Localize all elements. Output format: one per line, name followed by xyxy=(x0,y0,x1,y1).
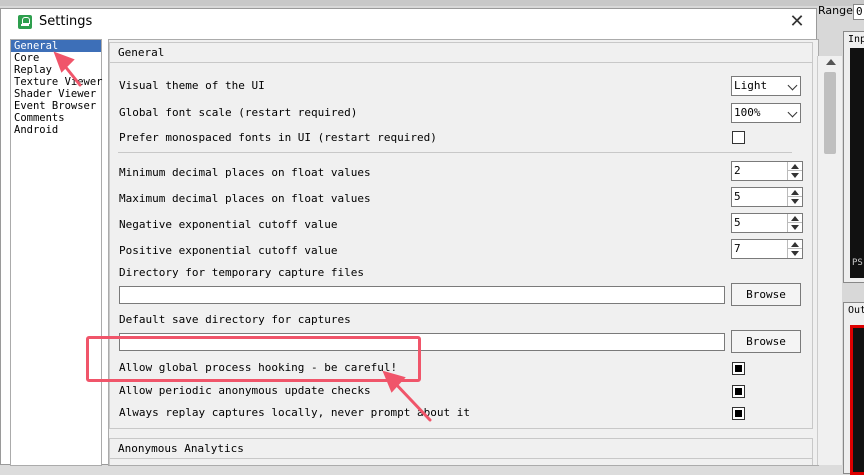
pos-exp-label: Positive exponential cutoff value xyxy=(119,244,338,257)
group-title-general: General xyxy=(118,46,165,59)
output-panel: Out xyxy=(843,302,864,475)
window-title: Settings xyxy=(39,14,93,29)
sidebar-item-general[interactable]: General xyxy=(11,40,101,52)
section-divider xyxy=(118,152,792,153)
theme-label: Visual theme of the UI xyxy=(119,79,265,92)
monospace-checkbox[interactable] xyxy=(732,131,745,144)
settings-content: General Visual theme of the UI Light Glo… xyxy=(108,39,819,466)
sidebar-item-core[interactable]: Core xyxy=(11,52,101,64)
update-checks-checkbox[interactable] xyxy=(732,385,745,398)
settings-dialog: Settings ✕ General Core Replay Texture V… xyxy=(0,8,819,466)
sidebar-item-event-browser[interactable]: Event Browser xyxy=(11,100,101,112)
temp-dir-input[interactable] xyxy=(119,286,725,304)
spin-up-icon[interactable] xyxy=(791,216,799,221)
spin-down-icon[interactable] xyxy=(791,199,799,204)
pos-exp-value: 7 xyxy=(734,242,741,255)
spin-up-icon[interactable] xyxy=(791,190,799,195)
theme-value: Light xyxy=(734,79,768,92)
settings-category-list: General Core Replay Texture Viewer Shade… xyxy=(10,39,103,466)
neg-exp-value: 5 xyxy=(734,216,741,229)
min-decimal-label: Minimum decimal places on float values xyxy=(119,166,371,179)
input-panel-note: PS xyxy=(852,258,863,268)
chevron-down-icon xyxy=(787,107,798,118)
font-scale-select[interactable]: 100% xyxy=(731,103,801,123)
group-divider xyxy=(110,62,812,63)
input-panel-label: Inp xyxy=(848,34,864,45)
chevron-down-icon xyxy=(787,80,798,91)
group-divider xyxy=(110,458,812,459)
app-icon xyxy=(18,15,32,29)
temp-dir-browse-button[interactable]: Browse xyxy=(731,283,801,306)
min-decimal-spinbox[interactable]: 2 xyxy=(731,161,803,181)
spin-arrows[interactable] xyxy=(787,162,802,180)
max-decimal-spinbox[interactable]: 5 xyxy=(731,187,803,207)
monospace-label: Prefer monospaced fonts in UI (restart r… xyxy=(119,131,437,144)
sidebar-item-replay[interactable]: Replay xyxy=(11,64,101,76)
group-title-analytics: Anonymous Analytics xyxy=(118,442,244,455)
neg-exp-spinbox[interactable]: 5 xyxy=(731,213,803,233)
spin-up-icon[interactable] xyxy=(791,164,799,169)
min-decimal-value: 2 xyxy=(734,164,741,177)
sidebar-item-texture-viewer[interactable]: Texture Viewer xyxy=(11,76,103,88)
background-toolbar xyxy=(0,0,864,6)
scroll-up-icon[interactable] xyxy=(826,59,836,65)
pos-exp-spinbox[interactable]: 7 xyxy=(731,239,803,259)
temp-dir-label: Directory for temporary capture files xyxy=(119,266,365,279)
font-scale-value: 100% xyxy=(734,106,761,119)
spin-down-icon[interactable] xyxy=(791,225,799,230)
sidebar-item-comments[interactable]: Comments xyxy=(11,112,101,124)
input-panel: Inp PS xyxy=(843,31,864,283)
global-hook-checkbox[interactable] xyxy=(732,362,745,375)
range-input[interactable]: 0 xyxy=(853,4,864,20)
spin-arrows[interactable] xyxy=(787,214,802,232)
font-scale-label: Global font scale (restart required) xyxy=(119,106,358,119)
scroll-thumb[interactable] xyxy=(824,72,836,154)
highlight-box xyxy=(86,336,421,382)
max-decimal-value: 5 xyxy=(734,190,741,203)
input-preview xyxy=(850,48,864,278)
vertical-scrollbar[interactable] xyxy=(817,56,842,465)
replay-local-label: Always replay captures locally, never pr… xyxy=(119,406,470,419)
spin-arrows[interactable] xyxy=(787,188,802,206)
sidebar-item-android[interactable]: Android xyxy=(11,124,101,136)
range-label: Range xyxy=(818,4,853,17)
spin-up-icon[interactable] xyxy=(791,242,799,247)
spin-down-icon[interactable] xyxy=(791,173,799,178)
theme-select[interactable]: Light xyxy=(731,76,801,96)
save-dir-browse-button[interactable]: Browse xyxy=(731,330,801,353)
analytics-group: Anonymous Analytics xyxy=(109,438,813,465)
update-checks-label: Allow periodic anonymous update checks xyxy=(119,384,371,397)
output-preview xyxy=(850,325,864,475)
close-button[interactable]: ✕ xyxy=(786,11,808,33)
output-panel-label: Out xyxy=(848,305,864,316)
replay-local-checkbox[interactable] xyxy=(732,407,745,420)
neg-exp-label: Negative exponential cutoff value xyxy=(119,218,338,231)
sidebar-item-shader-viewer[interactable]: Shader Viewer xyxy=(11,88,101,100)
title-bar[interactable]: Settings ✕ xyxy=(1,9,816,36)
save-dir-label: Default save directory for captures xyxy=(119,313,351,326)
max-decimal-label: Maximum decimal places on float values xyxy=(119,192,371,205)
spin-down-icon[interactable] xyxy=(791,251,799,256)
spin-arrows[interactable] xyxy=(787,240,802,258)
